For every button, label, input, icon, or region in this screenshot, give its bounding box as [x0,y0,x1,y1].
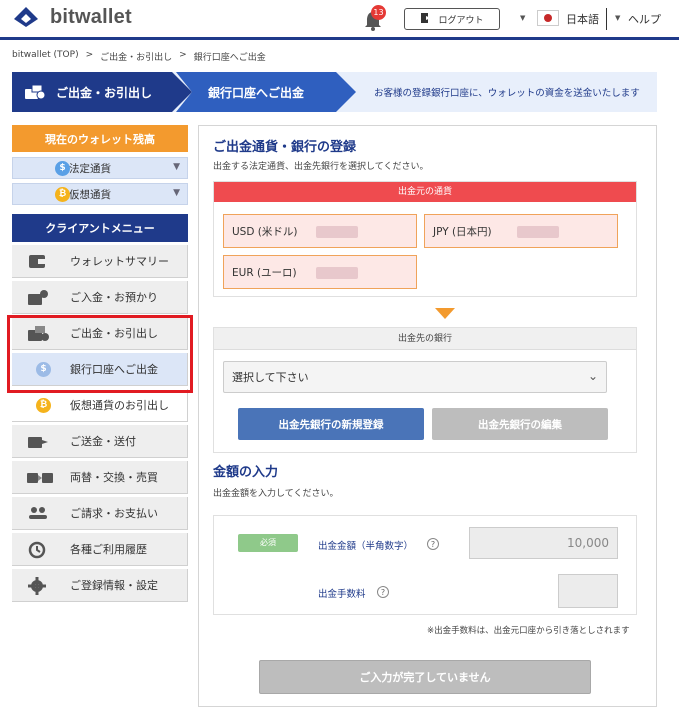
sidebar-item-settings[interactable]: ご登録情報・設定 [12,569,188,602]
banner-description: お客様の登録銀行口座に、ウォレットの資金を送金いたします [374,88,640,99]
main-panel: ご出金通貨・銀行の登録 出金する法定通貨、出金先銀行を選択してください。 出金元… [198,125,657,707]
logo-text: bitwallet [50,5,132,28]
sidebar-item-wallet-summary[interactable]: ウォレットサマリー [12,245,188,278]
arrow-down-icon [435,308,455,319]
exchange-icon [26,468,53,487]
sidebar-item-label: ウォレットサマリー [70,255,169,268]
logout-icon [420,12,432,27]
help-link[interactable]: ヘルプ [628,11,661,27]
sidebar-item-label: 仮想通貨のお引出し [70,399,169,412]
currency-box: 出金元の通貨 USD (米ドル) JPY (日本円) EUR (ユーロ) [213,181,637,297]
logout-button[interactable]: ログアウト [404,8,500,30]
highlight-box [7,315,193,393]
sidebar-item-label: 両替・交換・売買 [70,471,158,484]
sidebar-item-label: ご入金・お預かり [70,291,158,304]
sidebar-item-label: ご登録情報・設定 [70,579,158,592]
edit-bank-button[interactable]: 出金先銀行の編集 [432,408,608,440]
bank-heading: 出金先の銀行 [214,328,636,350]
breadcrumb-separator: > [85,50,94,60]
users-icon [26,504,50,523]
flag-icon[interactable] [537,10,559,26]
balance-heading: 現在のウォレット残高 [12,125,188,152]
currency-label: EUR (ユーロ) [232,266,297,279]
amount-box: 必須 出金金額（半角数字） ? 10,000 出金手数料 ? [213,515,637,615]
balance-fiat-label: 法定通貨 [69,162,111,175]
balance-crypto[interactable]: ₿ 仮想通貨 ▼ [12,183,188,205]
chevron-down-icon: ▼ [173,162,180,172]
currency-option-usd[interactable]: USD (米ドル) [223,214,417,248]
masked-balance [517,226,559,238]
deposit-icon [26,288,50,307]
logo[interactable]: bitwallet [12,4,132,30]
currency-label: USD (米ドル) [232,225,298,238]
currency-option-eur[interactable]: EUR (ユーロ) [223,255,417,289]
register-bank-button[interactable]: 出金先銀行の新規登録 [238,408,424,440]
dollar-coin-icon: $ [55,161,70,176]
history-icon [26,540,50,559]
fee-note: ※出金手数料は、出金元口座から引き落としされます [427,626,630,636]
balance-crypto-label: 仮想通貨 [69,188,111,201]
bitcoin-coin-icon: ₿ [55,187,70,202]
help-icon[interactable]: ? [377,586,389,598]
help-icon[interactable]: ? [427,538,439,550]
sidebar-item-history[interactable]: 各種ご利用履歴 [12,533,188,566]
breadcrumb-separator: > [179,50,187,60]
breadcrumb-item: 銀行口座へご出金 [193,53,266,63]
banner-step-bank: 銀行口座へご出金 [176,72,356,112]
section-desc-currency: 出金する法定通貨、出金先銀行を選択してください。 [213,162,429,172]
chevron-down-icon: ⌄ [587,369,598,383]
logo-mark-icon [12,5,42,29]
breadcrumb-item[interactable]: bitwallet (TOP) [12,50,79,63]
section-title-currency: ご出金通貨・銀行の登録 [213,140,357,155]
amount-input[interactable]: 10,000 [469,527,618,559]
logout-label: ログアウト [438,15,484,26]
section-title-amount: 金額の入力 [213,465,279,480]
amount-label: 出金金額（半角数字） [318,541,414,552]
sidebar-item-crypto-withdraw[interactable]: ₿ 仮想通貨のお引出し [12,389,188,422]
sidebar-item-send[interactable]: ご送金・送付 [12,425,188,458]
notification-badge: 13 [371,5,386,20]
header: bitwallet 13 ログアウト ▼ 日本語 ▼ ヘルプ [0,0,679,40]
bank-select[interactable]: 選択して下さい ⌄ [223,361,607,393]
section-desc-amount: 出金金額を入力してください。 [213,489,339,499]
step-banner: ご出金・お引出し 銀行口座へご出金 お客様の登録銀行口座に、ウォレットの資金を送… [12,72,657,112]
language-selector[interactable]: 日本語 [566,11,599,27]
sidebar-item-label: ご送金・送付 [70,435,136,448]
sidebar-item-label: ご請求・お支払い [70,507,158,520]
banner-step2-label: 銀行口座へご出金 [208,85,305,100]
wallet-icon [26,252,50,271]
sidebar-item-deposit[interactable]: ご入金・お預かり [12,281,188,314]
breadcrumb: bitwallet (TOP) > ご出金・お引出し > 銀行口座へご出金 [12,50,266,63]
currency-label: JPY (日本円) [433,225,492,238]
send-icon [26,432,50,451]
chevron-down-icon[interactable]: ▼ [615,14,620,22]
banner-step-withdraw: ご出金・お引出し [12,72,192,112]
bitcoin-coin-icon: ₿ [36,398,51,413]
breadcrumb-item[interactable]: ご出金・お引出し [100,50,172,63]
currency-option-jpy[interactable]: JPY (日本円) [424,214,618,248]
banner-step1-label: ご出金・お引出し [56,85,153,100]
masked-balance [316,226,358,238]
sidebar-item-billing[interactable]: ご請求・お支払い [12,497,188,530]
sidebar-item-label: 各種ご利用履歴 [70,543,147,556]
sidebar-item-exchange[interactable]: 両替・交換・売買 [12,461,188,494]
masked-balance [316,267,358,279]
bank-select-value: 選択して下さい [232,371,309,384]
header-divider [606,8,607,30]
gear-icon [26,576,50,595]
client-menu-heading: クライアントメニュー [12,214,188,242]
fee-field [558,574,618,608]
bank-box: 出金先の銀行 選択して下さい ⌄ 出金先銀行の新規登録 出金先銀行の編集 [213,327,637,453]
required-badge: 必須 [238,534,298,552]
currency-heading: 出金元の通貨 [214,182,636,202]
chevron-down-icon: ▼ [173,188,180,198]
balance-fiat[interactable]: $ 法定通貨 ▼ [12,157,188,179]
fee-label: 出金手数料 [318,589,366,600]
submit-button[interactable]: ご入力が完了していません [259,660,591,694]
chevron-down-icon[interactable]: ▼ [520,14,525,22]
withdraw-icon [24,83,46,101]
